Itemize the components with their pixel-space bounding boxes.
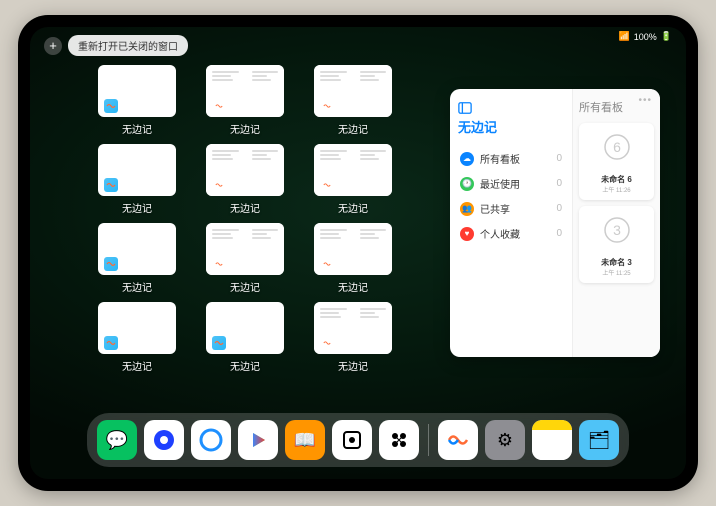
sidebar-icon — [458, 101, 472, 115]
thumb-label: 无边记 — [122, 279, 152, 294]
row-count: 0 — [556, 153, 562, 164]
freeform-icon — [212, 336, 226, 350]
freeform-icon — [320, 178, 334, 192]
window-thumb[interactable]: 无边记 — [92, 302, 182, 373]
thumb-label: 无边记 — [338, 358, 368, 373]
freeform-icon — [104, 336, 118, 350]
window-thumb[interactable]: 无边记 — [308, 144, 398, 215]
window-thumb[interactable]: 无边记 — [92, 65, 182, 136]
row-count: 0 — [556, 228, 562, 239]
reopen-window-button[interactable]: 重新打开已关闭的窗口 — [68, 35, 188, 56]
freeform-icon — [104, 257, 118, 271]
thumb-label: 无边记 — [338, 200, 368, 215]
freeform-icon — [212, 257, 226, 271]
dock-app-play[interactable] — [238, 420, 278, 460]
freeform-icon — [104, 178, 118, 192]
board-card[interactable]: 3 未命名 3上午 11:25 — [579, 206, 654, 283]
window-thumb[interactable]: 无边记 — [200, 144, 290, 215]
freeform-icon — [320, 257, 334, 271]
sidebar-item[interactable]: ♥ 个人收藏 0 — [458, 221, 564, 246]
card-title: 未命名 6 — [585, 174, 648, 185]
dock-app-folder[interactable]: 🗂 — [579, 420, 619, 460]
window-thumb[interactable]: 无边记 — [200, 65, 290, 136]
board-card[interactable]: 6 未命名 6上午 11:26 — [579, 123, 654, 200]
battery-icon: 🔋 — [661, 31, 672, 42]
thumb-label: 无边记 — [122, 358, 152, 373]
side-panel: ••• 无边记 ☁ 所有看板 0 🕐 最近使用 0 👥 已共享 0 ♥ 个人收藏 0 所有看板 6 未命… — [450, 89, 660, 357]
row-icon: 👥 — [460, 202, 474, 216]
window-grid: 无边记无边记无边记无边记无边记无边记无边记无边记无边记无边记无边记无边记 — [92, 65, 398, 373]
sidebar-item[interactable]: 👥 已共享 0 — [458, 196, 564, 221]
row-count: 0 — [556, 203, 562, 214]
row-icon: ♥ — [460, 227, 474, 241]
row-label: 个人收藏 — [480, 226, 520, 241]
freeform-icon — [212, 99, 226, 113]
row-label: 所有看板 — [480, 151, 520, 166]
battery-label: 100% — [634, 32, 657, 42]
svg-text:3: 3 — [613, 222, 621, 238]
window-thumb[interactable]: 无边记 — [92, 144, 182, 215]
thumb-label: 无边记 — [230, 279, 260, 294]
sketch-icon: 6 — [599, 129, 635, 165]
sketch-icon: 3 — [599, 212, 635, 248]
dock-app-settings[interactable]: ⚙ — [485, 420, 525, 460]
freeform-icon — [320, 336, 334, 350]
dock-app-qqbrowser[interactable] — [191, 420, 231, 460]
add-button[interactable]: + — [44, 37, 62, 55]
dock-app-app6[interactable] — [332, 420, 372, 460]
sidebar-item[interactable]: ☁ 所有看板 0 — [458, 146, 564, 171]
top-bar: + 重新打开已关闭的窗口 — [44, 35, 188, 56]
thumb-label: 无边记 — [338, 279, 368, 294]
sidebar-item[interactable]: 🕐 最近使用 0 — [458, 171, 564, 196]
more-icon[interactable]: ••• — [638, 95, 652, 106]
screen: 📶 100% 🔋 + 重新打开已关闭的窗口 无边记无边记无边记无边记无边记无边记… — [30, 27, 686, 479]
dock-app-wechat[interactable]: 💬 — [97, 420, 137, 460]
dock-app-freeform[interactable] — [438, 420, 478, 460]
row-label: 最近使用 — [480, 176, 520, 191]
panel-title: 无边记 — [458, 117, 564, 136]
dock-divider — [428, 424, 429, 456]
freeform-icon — [104, 99, 118, 113]
window-thumb[interactable]: 无边记 — [308, 302, 398, 373]
window-thumb[interactable]: 无边记 — [200, 223, 290, 294]
dock-app-books[interactable]: 📖 — [285, 420, 325, 460]
thumb-label: 无边记 — [122, 200, 152, 215]
dock: 💬 📖 ⚙ 🗂 — [87, 413, 629, 467]
ipad-frame: 📶 100% 🔋 + 重新打开已关闭的窗口 无边记无边记无边记无边记无边记无边记… — [18, 15, 698, 491]
status-bar: 📶 100% 🔋 — [619, 31, 672, 42]
row-count: 0 — [556, 178, 562, 189]
row-icon: ☁ — [460, 152, 474, 166]
wifi-icon: 📶 — [619, 31, 630, 42]
window-thumb[interactable]: 无边记 — [200, 302, 290, 373]
dock-app-app7[interactable] — [379, 420, 419, 460]
thumb-label: 无边记 — [122, 121, 152, 136]
row-icon: 🕐 — [460, 177, 474, 191]
window-thumb[interactable]: 无边记 — [92, 223, 182, 294]
thumb-label: 无边记 — [338, 121, 368, 136]
freeform-icon — [212, 178, 226, 192]
card-subtitle: 上午 11:26 — [585, 185, 648, 194]
dock-app-notes[interactable] — [532, 420, 572, 460]
row-label: 已共享 — [480, 201, 510, 216]
window-thumb[interactable]: 无边记 — [308, 65, 398, 136]
panel-left: 无边记 ☁ 所有看板 0 🕐 最近使用 0 👥 已共享 0 ♥ 个人收藏 0 — [450, 89, 572, 357]
thumb-label: 无边记 — [230, 121, 260, 136]
card-subtitle: 上午 11:25 — [585, 268, 648, 277]
thumb-label: 无边记 — [230, 358, 260, 373]
svg-text:6: 6 — [613, 139, 621, 155]
panel-right: 所有看板 6未命名 6上午 11:263未命名 3上午 11:25 — [572, 89, 660, 357]
dock-app-quark[interactable] — [144, 420, 184, 460]
card-title: 未命名 3 — [585, 257, 648, 268]
freeform-icon — [320, 99, 334, 113]
thumb-label: 无边记 — [230, 200, 260, 215]
window-thumb[interactable]: 无边记 — [308, 223, 398, 294]
